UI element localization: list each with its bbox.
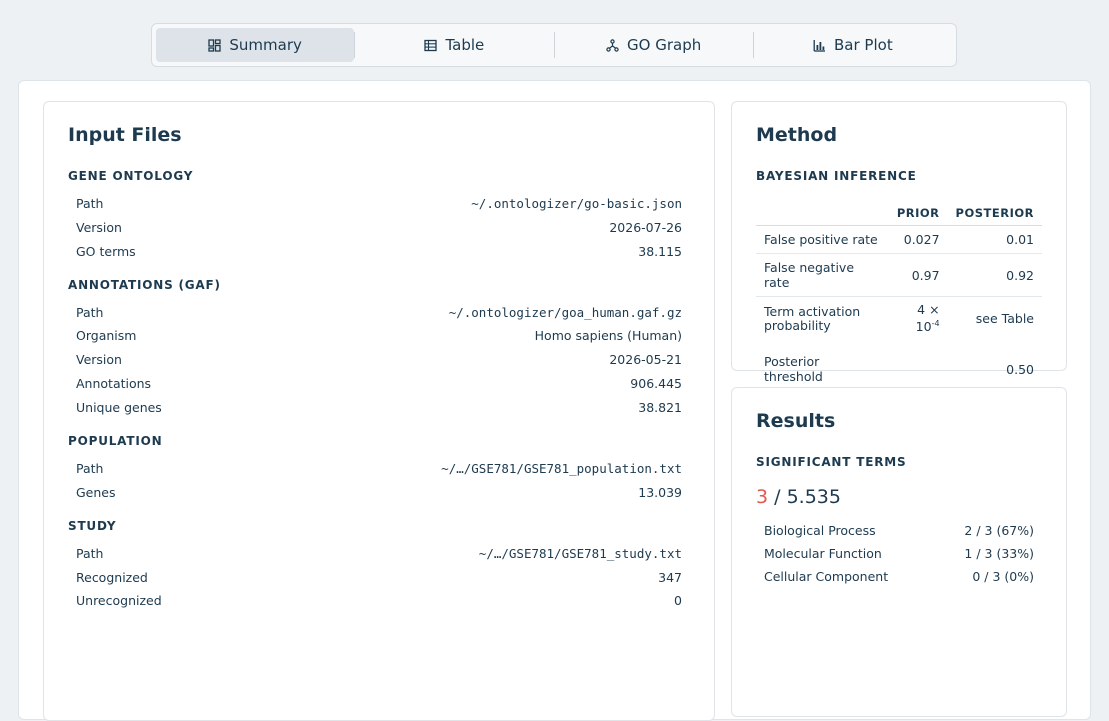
result-label: Molecular Function	[764, 545, 882, 561]
posterior-value: 0.01	[947, 225, 1042, 254]
info-value: ~/…/GSE781/GSE781_population.txt	[441, 460, 682, 476]
info-label: Unique genes	[76, 399, 162, 415]
graph-icon	[606, 38, 619, 52]
info-row: Annotations 906.445	[76, 373, 682, 393]
section-study: STUDY	[68, 519, 117, 533]
info-row: Unique genes 38.821	[76, 397, 682, 417]
prior-value: 0.027	[888, 225, 948, 254]
info-row: Path ~/.ontologizer/goa_human.gaf.gz	[76, 302, 682, 322]
info-label: Unrecognized	[76, 592, 162, 608]
result-value: 0 / 3 (0%)	[972, 568, 1034, 584]
section-annotations: ANNOTATIONS (GAF)	[68, 278, 221, 292]
table-row: False positive rate 0.027 0.01	[756, 225, 1042, 254]
info-value: 2026-05-21	[609, 351, 682, 367]
info-row: Unrecognized 0	[76, 590, 682, 610]
column-header-posterior: POSTERIOR	[947, 202, 1042, 226]
info-row: Recognized 347	[76, 567, 682, 587]
info-row: Version 2026-05-21	[76, 349, 682, 369]
result-label: Biological Process	[764, 522, 876, 538]
info-row: Path ~/…/GSE781/GSE781_study.txt	[76, 543, 682, 563]
column-header-prior: PRIOR	[888, 202, 948, 226]
row-label: False negative rate	[756, 253, 889, 297]
info-row: Organism Homo sapiens (Human)	[76, 325, 682, 345]
table-icon	[424, 39, 438, 51]
info-label: Path	[76, 460, 104, 476]
panel-title: Results	[756, 410, 836, 432]
method-panel: Method BAYESIAN INFERENCE PRIOR POSTERIO…	[731, 101, 1067, 384]
tab-bar-plot[interactable]: Bar Plot	[754, 28, 952, 62]
info-value: 347	[658, 569, 682, 585]
prior-value	[889, 340, 948, 390]
prior-exponent: -4	[931, 319, 940, 328]
info-value: 13.039	[638, 484, 682, 500]
row-label: Term activation probability	[764, 303, 861, 333]
info-value: 2026-07-26	[609, 219, 682, 235]
summary-icon	[208, 38, 222, 52]
posterior-value: 0.92	[947, 253, 1042, 297]
info-value: 0	[674, 592, 682, 608]
row-label: Posterior threshold	[764, 354, 823, 385]
section-bayesian-inference: BAYESIAN INFERENCE	[756, 169, 917, 183]
posterior-value: see Table	[975, 311, 1034, 327]
info-label: Path	[76, 545, 104, 561]
info-label: Recognized	[76, 569, 148, 585]
result-row: Biological Process 2 / 3 (67%)	[764, 520, 1034, 540]
tab-label: Table	[445, 36, 485, 54]
info-label: GO terms	[76, 243, 136, 259]
info-value: ~/.ontologizer/go-basic.json	[471, 195, 682, 211]
result-value: 2 / 3 (67%)	[964, 522, 1034, 538]
table-row: Term activation probability 4 × 10-4 see…	[756, 297, 1042, 341]
info-label: Version	[76, 219, 122, 235]
info-row: Path ~/…/GSE781/GSE781_population.txt	[76, 458, 682, 478]
panel-title: Input Files	[68, 124, 182, 146]
tab-table[interactable]: Table	[355, 28, 553, 62]
section-significant-terms: SIGNIFICANT TERMS	[756, 455, 907, 469]
info-value: 38.115	[638, 243, 682, 259]
info-value: ~/.ontologizer/goa_human.gaf.gz	[448, 304, 682, 320]
section-population: POPULATION	[68, 434, 163, 448]
section-gene-ontology: GENE ONTOLOGY	[68, 169, 194, 183]
info-row: Version 2026-07-26	[76, 217, 682, 237]
total-terms: / 5.535	[774, 486, 841, 508]
info-label: Genes	[76, 484, 116, 500]
info-label: Organism	[76, 327, 137, 343]
info-label: Path	[76, 304, 104, 320]
significant-count: 3 / 5.535	[756, 486, 841, 508]
result-label: Cellular Component	[764, 568, 889, 584]
significant-number: 3	[756, 486, 769, 508]
row-label: False positive rate	[756, 225, 889, 254]
column-header-label	[756, 202, 889, 226]
posterior-value: 0.50	[1006, 361, 1034, 377]
table-row: False negative rate 0.97 0.92	[756, 253, 1042, 297]
result-row: Cellular Component 0 / 3 (0%)	[764, 566, 1034, 586]
panel-title: Method	[756, 124, 838, 146]
tab-label: Bar Plot	[834, 36, 893, 54]
tab-label: GO Graph	[627, 36, 702, 54]
tab-summary[interactable]: Summary	[156, 28, 355, 62]
info-row: Path ~/.ontologizer/go-basic.json	[76, 193, 682, 213]
result-value: 1 / 3 (33%)	[964, 545, 1034, 561]
info-value: ~/…/GSE781/GSE781_study.txt	[478, 545, 682, 561]
info-value: Homo sapiens (Human)	[534, 327, 682, 343]
tab-go-graph[interactable]: GO Graph	[555, 28, 753, 62]
prior-value: 4 × 10-4	[889, 297, 948, 341]
info-value: 906.445	[630, 375, 682, 391]
result-row: Molecular Function 1 / 3 (33%)	[764, 543, 1034, 563]
method-table: PRIOR POSTERIOR False positive rate 0.02…	[756, 202, 1042, 390]
info-label: Version	[76, 351, 122, 367]
prior-base: 4 ×	[917, 302, 940, 317]
results-panel: Results SIGNIFICANT TERMS 3 / 5.535 Biol…	[731, 387, 1067, 717]
view-tabs: Summary Table GO Graph Bar Plot	[151, 23, 957, 67]
table-row: Posterior threshold 0.50	[756, 340, 1042, 390]
info-row: Genes 13.039	[76, 482, 682, 502]
bar-chart-icon	[813, 39, 826, 52]
info-row: GO terms 38.115	[76, 241, 682, 261]
info-value: 38.821	[638, 399, 682, 415]
info-label: Path	[76, 195, 104, 211]
prior-power: 10	[915, 319, 932, 335]
prior-value: 0.97	[888, 253, 948, 297]
tab-label: Summary	[229, 36, 302, 54]
input-files-panel: Input Files GENE ONTOLOGY Path ~/.ontolo…	[43, 101, 715, 721]
info-label: Annotations	[76, 375, 152, 391]
